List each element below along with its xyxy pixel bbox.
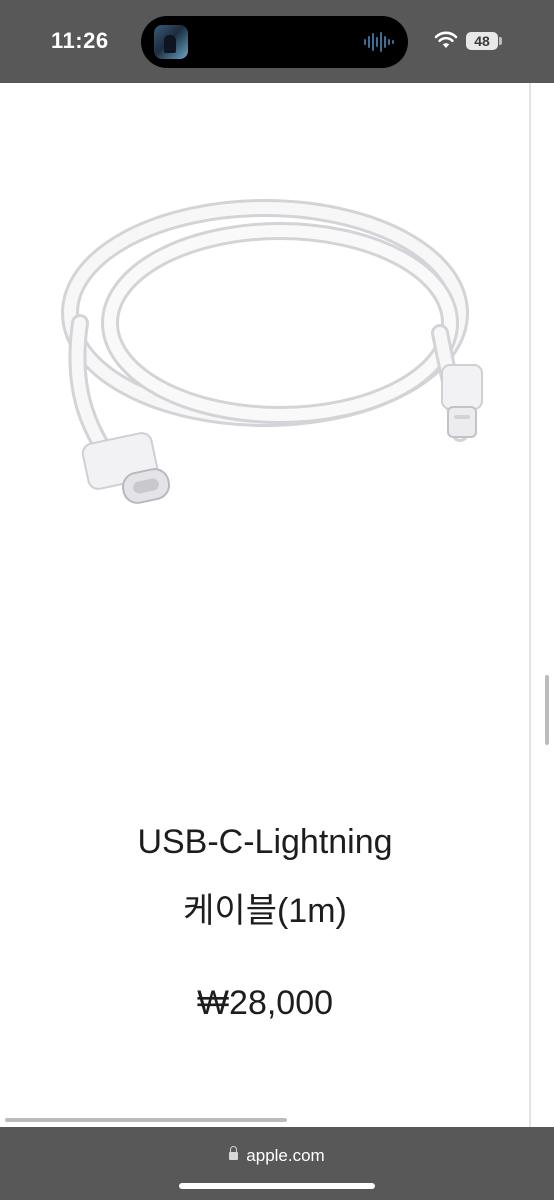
home-indicator[interactable]: [179, 1183, 375, 1189]
usb-c-lightning-cable-image: [61, 199, 483, 504]
address-field[interactable]: apple.com: [0, 1146, 554, 1166]
dynamic-island[interactable]: [141, 16, 408, 68]
product-title-line2[interactable]: 케이블(1m): [0, 883, 530, 932]
media-thumbnail-icon[interactable]: [154, 25, 188, 59]
lock-icon: [229, 1146, 239, 1160]
url-text: apple.com: [246, 1146, 325, 1165]
product-price: ₩28,000: [196, 984, 334, 1022]
horizontal-scrollbar[interactable]: [5, 1118, 287, 1122]
column-divider: [529, 83, 531, 1127]
battery-icon: 48: [466, 32, 498, 50]
battery-nub: [499, 37, 502, 45]
product-page: USB-C-Lightning 케이블(1m) ₩28,000: [0, 83, 554, 1127]
vertical-scrollbar[interactable]: [545, 675, 549, 745]
wifi-icon: [434, 31, 458, 48]
product-title-line1[interactable]: USB-C-Lightning: [0, 823, 530, 862]
audio-waveform-icon: [364, 32, 394, 52]
browser-address-bar[interactable]: apple.com: [0, 1127, 554, 1200]
status-time: 11:26: [51, 28, 109, 53]
status-bar: 11:26 48: [0, 0, 554, 83]
